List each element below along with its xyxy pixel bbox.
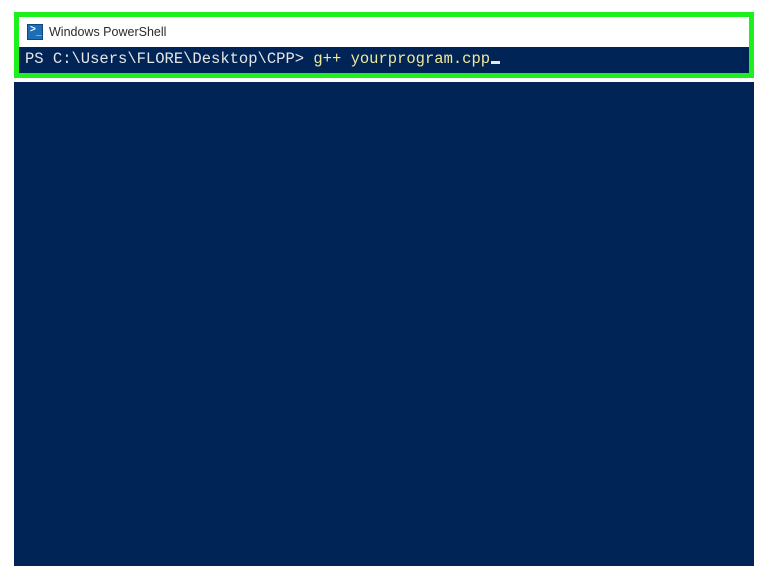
command-text: g++ yourprogram.cpp: [313, 50, 490, 68]
text-cursor: [491, 61, 500, 64]
prompt-text: PS C:\Users\FLORE\Desktop\CPP>: [25, 50, 313, 68]
title-bar[interactable]: Windows PowerShell: [19, 17, 749, 47]
annotation-highlight: Windows PowerShell PS C:\Users\FLORE\Des…: [14, 12, 754, 78]
window-title: Windows PowerShell: [49, 25, 166, 39]
terminal-body[interactable]: [14, 82, 754, 566]
terminal-line[interactable]: PS C:\Users\FLORE\Desktop\CPP> g++ yourp…: [19, 47, 749, 73]
window-container: Windows PowerShell PS C:\Users\FLORE\Des…: [0, 0, 768, 578]
powershell-icon: [27, 24, 43, 40]
